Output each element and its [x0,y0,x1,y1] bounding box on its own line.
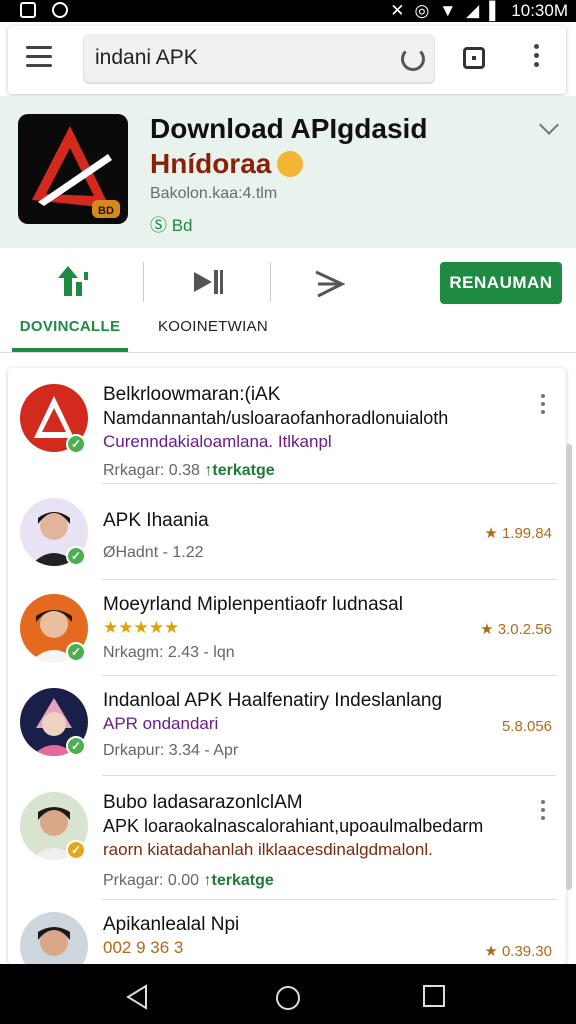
nav-bar [0,964,576,1024]
list-item[interactable]: ✓ Moeyrland Miplenpentiaofr ludnasal ★★★… [8,580,566,676]
item-meta: ØHadnt - 1.22 [103,544,204,561]
primary-action-button[interactable]: RENAUMAN [440,262,562,304]
item-description-2: Curenndakialoamlana. Itlkanpl [103,432,332,451]
record-icon [52,2,68,18]
item-digits: 002 9 36 3 [103,938,184,957]
verified-icon: ✓ [66,434,86,454]
item-meta-text: Prkagar: 0.00 [103,872,200,889]
more-icon[interactable] [541,394,546,418]
verified-icon: ✓ [66,546,86,566]
app-header: BD Download APIgdasid Hnídoraa Bakolon.… [0,96,576,248]
app-badge: Ⓢ Bd [150,216,193,235]
send-icon[interactable] [312,264,348,300]
list-item[interactable]: ✓ APK Ihaania ØHadnt - 1.22 ★ 1.99.84 [8,484,566,580]
home-icon[interactable] [274,984,302,1012]
share-icon[interactable] [190,264,226,300]
tab-download-label: DOVINCALLE [19,318,121,335]
alarm-icon: ◎ [414,1,430,20]
tab-other[interactable]: KOOINETWIAN [158,318,268,335]
search-query: indani APK [95,46,198,69]
item-title: Moeyrland Miplenpentiaofr ludnasal [103,594,403,615]
results-list: ✓ Belkrloowmaran:(iAK Namdannantah/usloa… [8,368,566,964]
item-rating: ★ 3.0.2.56 [480,621,552,638]
item-rating: ★ 0.39.30 [484,943,552,960]
toolbar-divider [270,262,271,302]
search-bar: indani APK [8,26,566,94]
verified-icon: ✓ [66,642,86,662]
item-description: APR ondandari [103,714,219,733]
avatar [20,912,88,964]
item-meta: Nrkagm: 2.43 - lqn [103,644,235,661]
battery-icon: ▌ [489,1,502,20]
action-toolbar: RENAUMAN DOVINCALLE KOOINETWIAN [0,248,576,353]
scrollbar[interactable] [566,444,572,890]
download-icon[interactable] [58,264,94,300]
item-stars: ★★★★★ [103,618,180,637]
item-meta-text: Rrkagar: 0.38 [103,462,200,479]
list-item[interactable]: Apikanlealal Npi 002 9 36 3 ★ 0.39.30 [8,900,566,964]
app-logo-icon: BD [32,126,120,218]
tab-indicator [12,348,128,352]
list-item[interactable]: ✓ Belkrloowmaran:(iAK Namdannantah/usloa… [8,368,566,484]
item-tag: ↑terkatge [203,872,274,889]
item-title: APK Ihaania [103,510,209,531]
item-rating: ★ 1.99.84 [484,525,552,542]
menu-icon[interactable] [26,46,52,68]
list-item[interactable]: ✓ Indanloal APK Haalfenatiry Indeslanlan… [8,676,566,776]
item-title: Apikanlealal Npi [103,914,240,935]
signal-icon: ◢ [466,1,480,20]
list-item[interactable]: ✓ Bubo ladasarazonlclAM APK loaraokalnas… [8,776,566,900]
item-title: Bubo ladasarazonlclAM [103,792,303,813]
item-meta: Prkagar: 0.00 ↑terkatge [103,872,274,890]
item-meta: Drkapur: 3.34 - Apr [103,742,239,759]
item-rating: 5.8.056 [501,718,552,735]
verified-icon: ✓ [66,736,86,756]
more-icon[interactable] [541,800,546,824]
app-subtitle-text: Hnídoraa [150,148,272,179]
tab-icon[interactable] [463,47,485,69]
status-bar: ✕ ◎ ▼ ◢ ▌ 10:30M [0,0,576,22]
verified-icon: ✓ [66,840,86,860]
back-icon[interactable] [124,984,150,1010]
mute-icon: ✕ [390,1,405,20]
item-title: Belkrloowmaran:(iAK [103,384,281,405]
search-input[interactable]: indani APK [83,34,435,84]
status-time: 10:30M [511,1,568,20]
item-title: Indanloal APK Haalfenatiry Indeslanlang [103,690,443,711]
item-tag: ↑terkatge [204,462,275,479]
item-description: Namdannantah/usloaraofanhoradlonuialoth [103,408,449,428]
more-icon[interactable] [534,44,540,71]
emoji-icon [277,151,304,177]
logo-badge: BD [98,205,114,217]
item-description-2: raorn kiatadahanlah ilklaacesdinalgdmalo… [103,840,433,859]
app-subtitle: Hnídoraa [150,148,304,180]
tab-download[interactable]: DOVINCALLE [12,318,128,352]
item-meta: Rrkagar: 0.38 ↑terkatge [103,462,275,480]
reload-icon[interactable] [401,47,425,71]
gallery-icon [20,2,36,18]
chevron-down-icon[interactable] [539,115,559,135]
app-title: Download APIgdasid [150,113,428,144]
item-description: APK loaraokalnascalorahiant,upoaulmalbed… [103,816,484,836]
wifi-icon: ▼ [439,1,457,20]
toolbar-divider [143,262,144,302]
app-logo: BD [18,114,128,224]
recents-icon[interactable] [422,984,446,1008]
app-meta: Bakolon.kaa:4.tlm [150,185,278,202]
